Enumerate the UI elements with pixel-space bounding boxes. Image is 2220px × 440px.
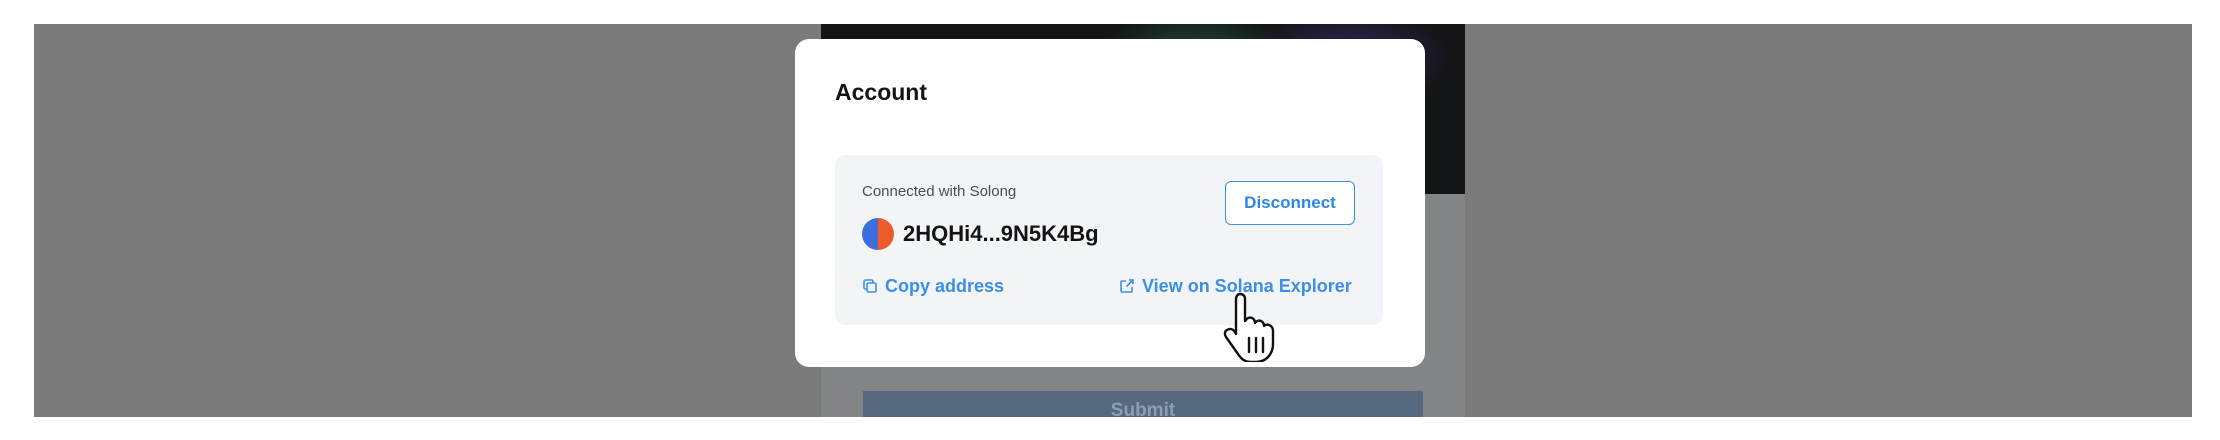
account-card: Connected with Solong 2HQHi4...9N5K4Bg D… xyxy=(835,155,1383,325)
wallet-address: 2HQHi4...9N5K4Bg xyxy=(903,221,1099,246)
copy-address-link[interactable]: Copy address xyxy=(862,274,1004,298)
disconnect-button[interactable]: Disconnect xyxy=(1225,181,1355,225)
modal-title: Account xyxy=(835,79,927,105)
view-explorer-link[interactable]: View on Solana Explorer xyxy=(1119,274,1352,298)
external-link-icon xyxy=(1120,279,1134,293)
copy-address-label: Copy address xyxy=(885,276,1005,296)
wallet-avatar xyxy=(862,218,894,250)
connected-wallet-label: Connected with Solong xyxy=(862,183,1017,200)
account-modal: Account Connected with Solong 2HQHi4...9… xyxy=(795,39,1425,367)
view-explorer-label: View on Solana Explorer xyxy=(1142,276,1352,296)
copy-icon xyxy=(863,279,877,293)
submit-button[interactable]: Submit xyxy=(863,391,1423,417)
